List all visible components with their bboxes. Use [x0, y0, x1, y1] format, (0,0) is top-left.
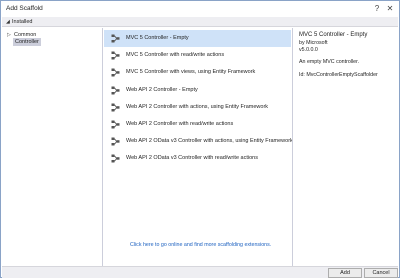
scaffold-list: MVC 5 Controller - Empty MVC 5 Controller…	[104, 28, 293, 266]
help-icon[interactable]: ?	[371, 3, 383, 14]
scaffold-item-label: Web API 2 Controller with actions, using…	[126, 103, 269, 110]
controller-icon	[111, 120, 120, 129]
scaffold-item[interactable]: MVC 5 Controller - Empty	[104, 30, 291, 47]
controller-icon	[111, 154, 120, 163]
tree-expander-icon[interactable]: ▷	[7, 32, 11, 38]
controller-icon	[111, 103, 120, 112]
detail-id: Id: MvcControllerEmptyScaffolder	[299, 72, 378, 78]
scaffold-item[interactable]: Web API 2 Controller with actions, using…	[104, 99, 291, 116]
detail-version: v5.0.0.0	[299, 47, 318, 53]
controller-icon	[111, 68, 120, 77]
tree-item-controller[interactable]: Controller	[13, 38, 41, 46]
online-extensions-link[interactable]: Click here to go online and find more sc…	[130, 242, 271, 248]
scaffold-item-label: Web API 2 OData v3 Controller with read/…	[126, 155, 258, 162]
controller-icon	[111, 34, 120, 43]
detail-author: by Microsoft	[299, 40, 328, 46]
close-icon[interactable]: ✕	[384, 3, 396, 14]
details-pane: MVC 5 Controller - Empty by Microsoft v5…	[292, 28, 398, 266]
scaffold-item[interactable]: Web API 2 Controller with read/write act…	[104, 116, 291, 133]
category-tree: ▷ Common Controller	[2, 28, 103, 266]
installed-label: Installed	[12, 19, 33, 25]
cancel-button[interactable]: Cancel	[364, 268, 398, 278]
controller-icon	[111, 86, 120, 95]
scaffold-item-label: Web API 2 Controller with read/write act…	[126, 121, 234, 127]
scaffold-item-label: MVC 5 Controller with read/write actions	[126, 52, 225, 59]
installed-header[interactable]: ◢ Installed	[2, 17, 398, 27]
add-scaffold-dialog: Add Scaffold ? ✕ ◢ Installed ▷ Common Co…	[0, 0, 400, 278]
scaffold-item[interactable]: Web API 2 OData v3 Controller with read/…	[104, 150, 291, 167]
detail-title: MVC 5 Controller - Empty	[299, 32, 368, 38]
scaffold-item-label: Web API 2 OData v3 Controller with actio…	[126, 138, 293, 145]
scaffold-item-label: Web API 2 Controller - Empty	[126, 86, 198, 93]
title-bar: Add Scaffold ? ✕	[1, 1, 399, 17]
add-button[interactable]: Add	[328, 268, 362, 278]
scaffold-item[interactable]: Web API 2 Controller - Empty	[104, 82, 291, 99]
scaffold-item[interactable]: Web API 2 OData v3 Controller with actio…	[104, 133, 293, 150]
dialog-title: Add Scaffold	[6, 5, 43, 12]
controller-icon	[111, 137, 120, 146]
expand-arrow-icon: ◢	[6, 19, 10, 25]
scaffold-item[interactable]: MVC 5 Controller with views, using Entit…	[104, 64, 291, 81]
scaffold-item-label: MVC 5 Controller with views, using Entit…	[126, 69, 256, 76]
detail-description: An empty MVC controller.	[299, 59, 360, 65]
scaffold-item[interactable]: MVC 5 Controller with read/write actions	[104, 47, 291, 64]
dialog-footer: Add Cancel	[2, 266, 398, 278]
scaffold-item-label: MVC 5 Controller - Empty	[126, 35, 189, 41]
controller-icon	[111, 51, 120, 60]
